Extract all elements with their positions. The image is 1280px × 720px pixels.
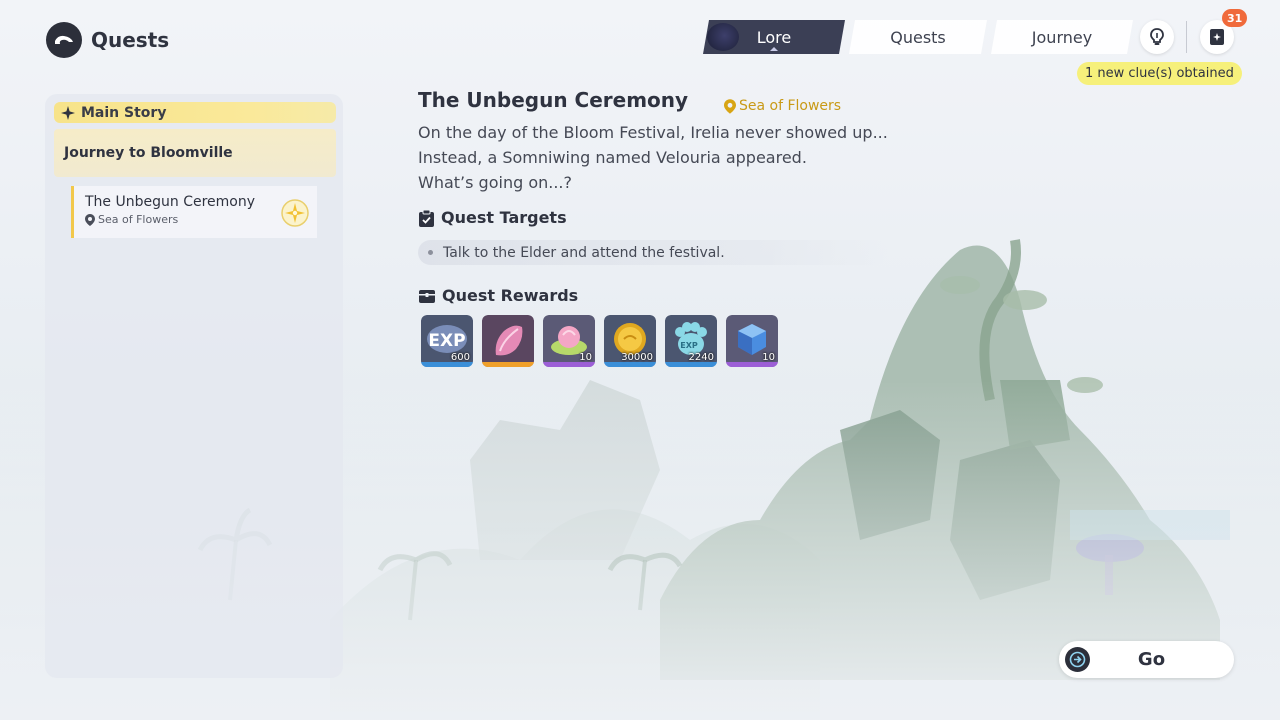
reward-quantity: 10 xyxy=(762,352,775,363)
reward-quantity: 30000 xyxy=(621,352,653,363)
header-divider xyxy=(1186,21,1187,53)
reward-item[interactable]: 10 xyxy=(726,315,778,367)
navigate-arrow-icon xyxy=(1065,647,1090,672)
main-quest-star-icon xyxy=(281,199,309,227)
pink-crystal-icon xyxy=(482,315,534,367)
description-line: What’s going on...? xyxy=(418,173,572,192)
section-label: Main Story xyxy=(81,104,167,121)
quest-description: On the day of the Bloom Festival, Irelia… xyxy=(418,120,888,195)
reward-quantity: 2240 xyxy=(688,352,714,363)
quest-location-text: Sea of Flowers xyxy=(739,98,842,114)
quest-title: The Unbegun Ceremony xyxy=(418,88,689,112)
section-label: Quest Rewards xyxy=(442,286,579,305)
go-button[interactable]: Go xyxy=(1059,641,1234,678)
lore-orb-icon xyxy=(707,23,739,51)
tab-quests[interactable]: Quests xyxy=(849,20,987,54)
tab-bar: Lore Quests Journey xyxy=(703,20,1133,54)
chapter-item[interactable]: Journey to Bloomville xyxy=(54,129,336,177)
bullet-icon xyxy=(428,250,433,255)
clue-notebook-icon xyxy=(1210,29,1224,45)
reward-item[interactable]: 30000 xyxy=(604,315,656,367)
reward-item[interactable] xyxy=(482,315,534,367)
notification-badge: 31 xyxy=(1222,9,1248,27)
svg-text:EXP: EXP xyxy=(680,341,698,350)
treasure-chest-icon xyxy=(419,289,435,303)
tab-label: Quests xyxy=(890,27,946,47)
reward-quantity: 600 xyxy=(450,352,470,363)
tab-label: Lore xyxy=(756,27,792,47)
reward-item[interactable]: EXP 2240 xyxy=(665,315,717,367)
app-title: Quests xyxy=(46,22,169,58)
clipboard-icon xyxy=(419,209,434,227)
tab-journey[interactable]: Journey xyxy=(991,20,1133,54)
svg-text:EXP: EXP xyxy=(428,331,465,351)
sparkle-icon xyxy=(61,105,75,120)
quest-list-panel: Main Story Journey to Bloomville The Unb… xyxy=(45,94,343,678)
tab-label: Journey xyxy=(1031,27,1093,47)
description-line: On the day of the Bloom Festival, Irelia… xyxy=(418,123,888,142)
chapter-label: Journey to Bloomville xyxy=(64,145,233,161)
quest-list-item[interactable]: The Unbegun Ceremony Sea of Flowers xyxy=(71,186,317,238)
lightbulb-icon xyxy=(1150,28,1164,45)
hint-button[interactable] xyxy=(1140,20,1174,54)
location-pin-icon xyxy=(85,213,95,226)
reward-item[interactable]: 10 xyxy=(543,315,595,367)
quest-location[interactable]: Sea of Flowers xyxy=(724,98,841,114)
quest-target-item: Talk to the Elder and attend the festiva… xyxy=(418,240,888,265)
target-text: Talk to the Elder and attend the festiva… xyxy=(443,244,725,261)
quest-rewards-heading: Quest Rewards xyxy=(418,286,578,305)
quest-targets-heading: Quest Targets xyxy=(418,208,567,227)
main-story-header[interactable]: Main Story xyxy=(54,102,336,123)
tab-lore[interactable]: Lore xyxy=(703,20,845,54)
quest-item-location-text: Sea of Flowers xyxy=(98,213,179,226)
section-label: Quest Targets xyxy=(441,208,567,227)
new-clue-notice: 1 new clue(s) obtained xyxy=(1077,62,1242,85)
quest-logo-icon xyxy=(46,22,82,58)
description-line: Instead, a Somniwing named Velouria appe… xyxy=(418,148,807,167)
location-pin-icon xyxy=(724,98,736,114)
reward-quantity: 10 xyxy=(579,352,592,363)
reward-item[interactable]: EXP 600 xyxy=(421,315,473,367)
page-title: Quests xyxy=(91,28,170,52)
reward-list: EXP 600 10 30000 EXP 2240 10 xyxy=(421,315,778,367)
